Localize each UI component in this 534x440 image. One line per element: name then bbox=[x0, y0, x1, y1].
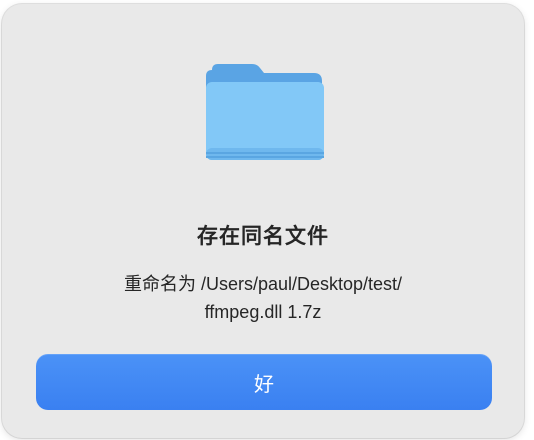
dialog-title: 存在同名文件 bbox=[197, 225, 329, 248]
file-exists-dialog: 存在同名文件 重命名为 /Users/paul/Desktop/test/ ff… bbox=[2, 4, 524, 438]
dialog-message: 重命名为 /Users/paul/Desktop/test/ ffmpeg.dl… bbox=[42, 270, 484, 326]
ok-button[interactable]: 好 bbox=[36, 354, 492, 410]
message-line-2: ffmpeg.dll 1.7z bbox=[204, 302, 322, 322]
folder-icon bbox=[206, 64, 324, 160]
message-line-1: 重命名为 /Users/paul/Desktop/test/ bbox=[123, 274, 403, 294]
